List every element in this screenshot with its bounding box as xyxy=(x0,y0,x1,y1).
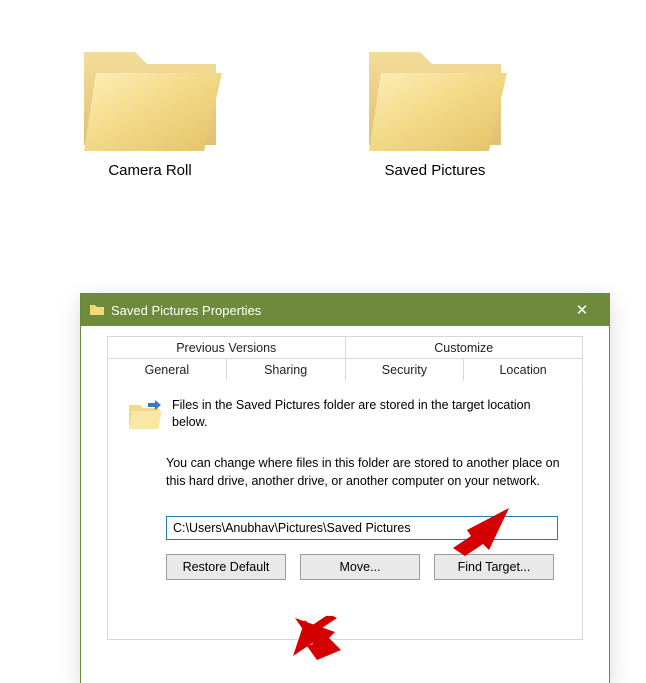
desktop-folder-saved-pictures[interactable]: Saved Pictures xyxy=(345,34,525,179)
tab-sharing[interactable]: Sharing xyxy=(227,358,346,381)
desktop-folder-camera-roll[interactable]: Camera Roll xyxy=(60,34,240,179)
tab-general[interactable]: General xyxy=(107,358,227,381)
location-path-input[interactable] xyxy=(166,516,558,540)
location-description: You can change where files in this folde… xyxy=(166,455,564,490)
desktop-folder-label: Saved Pictures xyxy=(345,162,525,179)
desktop-folder-label: Camera Roll xyxy=(60,162,240,179)
tab-panel-location: Files in the Saved Pictures folder are s… xyxy=(107,380,583,640)
tab-previous-versions[interactable]: Previous Versions xyxy=(107,336,346,359)
tab-security[interactable]: Security xyxy=(346,358,465,381)
folder-icon xyxy=(89,302,105,318)
folder-move-icon xyxy=(126,397,162,433)
close-icon: ✕ xyxy=(576,301,589,319)
folder-icon xyxy=(360,34,510,154)
folder-icon xyxy=(75,34,225,154)
tab-customize[interactable]: Customize xyxy=(346,336,584,359)
info-text: Files in the Saved Pictures folder are s… xyxy=(172,397,564,431)
properties-dialog: Saved Pictures Properties ✕ Previous Ver… xyxy=(80,293,610,683)
tab-location[interactable]: Location xyxy=(464,358,583,381)
restore-default-button[interactable]: Restore Default xyxy=(166,554,286,580)
titlebar[interactable]: Saved Pictures Properties ✕ xyxy=(81,294,609,326)
find-target-button[interactable]: Find Target... xyxy=(434,554,554,580)
move-button[interactable]: Move... xyxy=(300,554,420,580)
close-button[interactable]: ✕ xyxy=(559,294,605,326)
dialog-title: Saved Pictures Properties xyxy=(111,303,559,318)
